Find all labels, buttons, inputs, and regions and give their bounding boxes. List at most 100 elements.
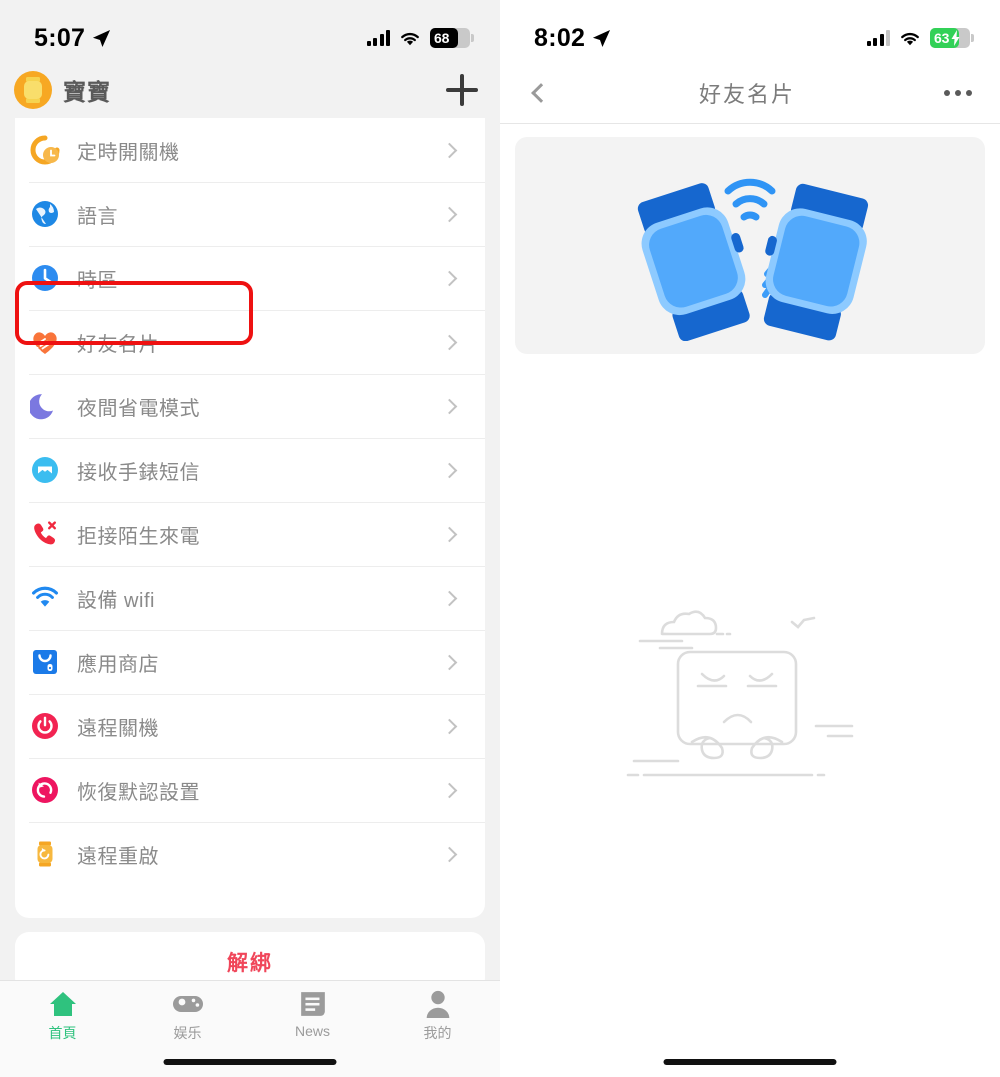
settings-row-label: 時區 [77, 269, 118, 292]
status-time: 5:07 [34, 23, 86, 52]
battery-indicator: 63 [930, 28, 974, 48]
moon-icon [29, 390, 61, 422]
gamepad-icon [172, 996, 203, 1012]
battery-percent: 68 [434, 30, 450, 46]
home-indicator [163, 1059, 337, 1065]
ellipsis-dot [944, 89, 950, 96]
settings-row-label: 好友名片 [77, 333, 159, 356]
cellular-signal-icon [366, 30, 390, 46]
page-title: 好友名片 [698, 81, 795, 107]
restore-icon [29, 774, 61, 806]
schedule-power-icon [29, 134, 61, 166]
empty-state [500, 590, 1000, 790]
settings-row-label: 語言 [77, 205, 118, 228]
two-watches-pairing-illustration [637, 178, 869, 341]
dual-screenshot: 5:07 68 寶寶 定時開關機 語言 時區 好友名片 夜間省電模式 接收手錶短… [0, 0, 1000, 1077]
settings-row-language[interactable]: 語言 [15, 182, 485, 246]
home-indicator [663, 1059, 837, 1065]
home-icon [49, 992, 76, 1016]
person-icon [426, 990, 449, 1018]
chevron-right-icon [441, 270, 458, 286]
tab-label: News [294, 1023, 330, 1039]
news-icon [300, 992, 325, 1016]
status-bar-right: 8:02 63 [500, 0, 1000, 62]
settings-row-label: 遠程關機 [77, 717, 159, 740]
tab-entertainment[interactable]: 娱乐 [125, 990, 250, 1043]
settings-row-night-saving[interactable]: 夜間省電模式 [15, 374, 485, 438]
settings-row-receive-sms[interactable]: 接收手錶短信 [15, 438, 485, 502]
chevron-right-icon [441, 654, 458, 670]
tab-news[interactable]: News [250, 990, 375, 1039]
right-phone-screen: 8:02 63 好友名片 [500, 0, 1000, 1077]
power-off-icon [29, 710, 61, 742]
watch-restart-icon [29, 838, 61, 870]
tab-label: 首頁 [48, 1025, 77, 1041]
app-header: 寶寶 [0, 62, 500, 118]
back-button[interactable] [528, 76, 562, 110]
chevron-right-icon [441, 782, 458, 798]
call-reject-icon [29, 518, 61, 550]
chevron-right-icon [441, 590, 458, 606]
watch-avatar-icon[interactable] [14, 71, 52, 109]
settings-card: 定時開關機 語言 時區 好友名片 夜間省電模式 接收手錶短信 拒接陌生來電 設備… [15, 118, 485, 918]
settings-row-label: 遠程重啟 [77, 845, 159, 868]
plus-icon[interactable] [446, 74, 478, 106]
app-title: 寶寶 [63, 79, 111, 105]
settings-row-label: 拒接陌生來電 [77, 525, 200, 548]
settings-row-label: 夜間省電模式 [77, 397, 200, 420]
battery-indicator: 68 [430, 28, 474, 48]
chevron-right-icon [441, 846, 458, 862]
settings-row-app-store[interactable]: 應用商店 [15, 630, 485, 694]
settings-row-label: 接收手錶短信 [77, 461, 200, 484]
tab-label: 我的 [423, 1025, 452, 1041]
left-phone-screen: 5:07 68 寶寶 定時開關機 語言 時區 好友名片 夜間省電模式 接收手錶短… [0, 0, 500, 1077]
location-arrow-icon [93, 29, 111, 47]
cellular-signal-icon [866, 30, 890, 46]
settings-row-friend-card[interactable]: 好友名片 [15, 310, 485, 374]
message-icon [29, 454, 61, 486]
chevron-right-icon [441, 526, 458, 542]
more-options-button[interactable] [932, 89, 972, 96]
settings-row-device-wifi[interactable]: 設備 wifi [15, 566, 485, 630]
ellipsis-dot [955, 89, 961, 96]
status-bar-left: 5:07 68 [0, 0, 500, 62]
app-store-icon [29, 646, 61, 678]
chevron-right-icon [441, 718, 458, 734]
status-right-group: 63 [866, 28, 974, 48]
tab-home[interactable]: 首頁 [0, 990, 125, 1043]
settings-row-timezone[interactable]: 時區 [15, 246, 485, 310]
chevron-right-icon [441, 142, 458, 158]
ellipsis-dot [966, 89, 972, 96]
settings-row-reject-strangers[interactable]: 拒接陌生來電 [15, 502, 485, 566]
tab-label: 娱乐 [173, 1025, 202, 1041]
chevron-right-icon [441, 398, 458, 414]
chevron-right-icon [441, 334, 458, 350]
nav-bar: 好友名片 [500, 62, 1000, 124]
globe-icon [29, 198, 61, 230]
tab-mine[interactable]: 我的 [375, 990, 500, 1043]
handshake-heart-icon [29, 326, 61, 358]
wifi-icon [29, 582, 61, 614]
settings-row-label: 設備 wifi [77, 589, 155, 612]
status-left-group: 5:07 [34, 24, 111, 53]
settings-scroll-area[interactable]: 定時開關機 語言 時區 好友名片 夜間省電模式 接收手錶短信 拒接陌生來電 設備… [0, 118, 500, 992]
settings-row-schedule-power[interactable]: 定時開關機 [15, 118, 485, 182]
settings-row-label: 恢復默認設置 [77, 781, 200, 804]
no-data-sad-face-illustration [626, 610, 854, 777]
wifi-icon [401, 32, 419, 45]
chevron-right-icon [441, 206, 458, 222]
pairing-banner-card[interactable] [515, 137, 985, 354]
settings-row-remote-shutdown[interactable]: 遠程關機 [15, 694, 485, 758]
settings-row-label: 應用商店 [77, 653, 159, 676]
status-left-group: 8:02 [534, 24, 611, 53]
status-right-group: 68 [366, 28, 474, 48]
charging-bolt-icon [951, 30, 960, 46]
chevron-right-icon [441, 462, 458, 478]
settings-row-restore-defaults[interactable]: 恢復默認設置 [15, 758, 485, 822]
settings-row-label: 定時開關機 [77, 141, 180, 164]
status-time: 8:02 [534, 23, 586, 52]
location-arrow-icon [593, 29, 611, 47]
chevron-left-icon [531, 82, 551, 103]
settings-row-remote-restart[interactable]: 遠程重啟 [15, 822, 485, 886]
clock-icon [29, 262, 61, 294]
